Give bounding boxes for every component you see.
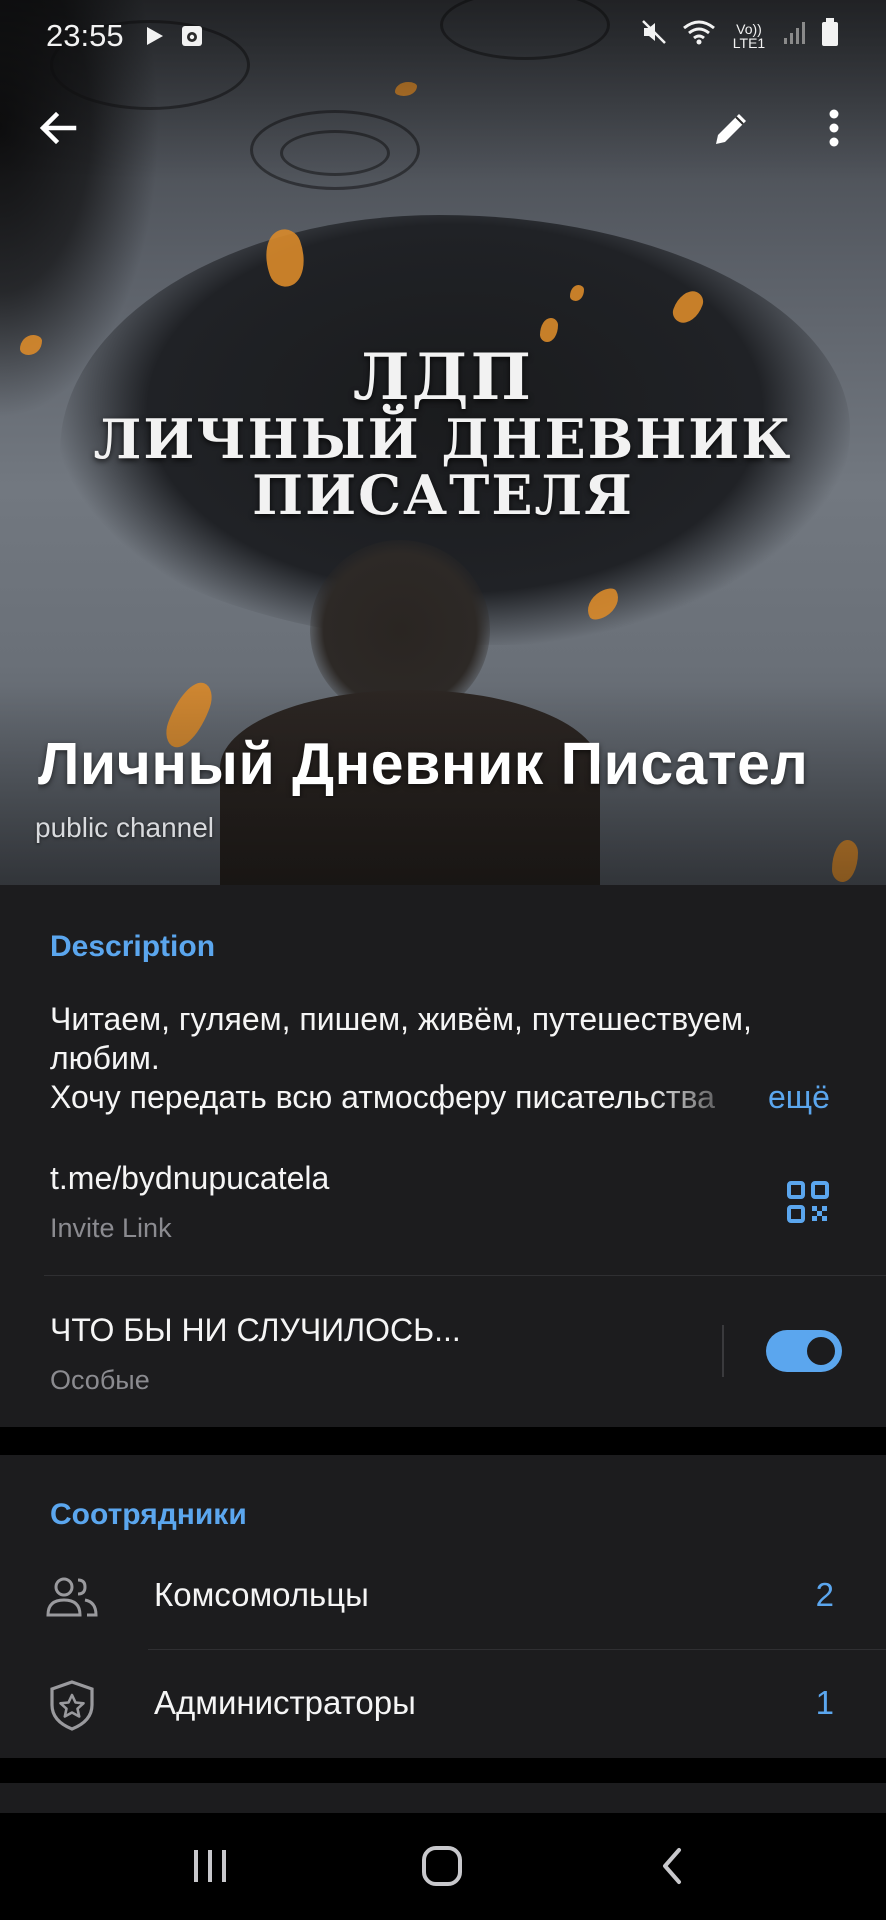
invite-link[interactable]: t.me/bydnupucatela: [50, 1160, 329, 1197]
toolbar: [0, 88, 886, 168]
staff-row-count: 1: [815, 1684, 834, 1721]
qr-code-button[interactable]: [786, 1180, 830, 1224]
arrow-left-icon: [39, 111, 77, 145]
recents-button[interactable]: [170, 1831, 250, 1901]
next-section-peek: [0, 1783, 886, 1813]
nav-back-button[interactable]: [632, 1831, 712, 1901]
system-nav-bar: [0, 1813, 886, 1920]
channel-name: Личный Дневник Писател: [38, 731, 809, 797]
description-line-text: Хочу передать всю атмосферу писательства: [50, 1079, 715, 1115]
section-gap: [0, 1427, 886, 1455]
divider: [44, 1275, 886, 1276]
staff-row-count: 2: [815, 1576, 834, 1613]
status-bar: 23:55 Vo)) LTE1: [0, 0, 886, 72]
home-icon: [422, 1846, 462, 1886]
shield-star-icon: [44, 1680, 100, 1731]
qr-code-icon: [787, 1181, 829, 1223]
staff-row-members[interactable]: Комсомольцы 2: [0, 1542, 886, 1650]
cover-title-line: ПИСАТЕЛЯ: [252, 463, 634, 527]
cover-title-line: ЛДП: [353, 340, 533, 415]
more-vertical-icon: [829, 109, 839, 147]
invite-link-caption: Invite Link: [50, 1213, 172, 1243]
cover-title-line: ЛИЧНЫЙ ДНЕВНИК: [93, 407, 793, 471]
cover-title: ЛДП ЛИЧНЫЙ ДНЕВНИК ПИСАТЕЛЯ: [0, 340, 886, 527]
channel-type: public channel: [35, 812, 215, 843]
back-button[interactable]: [18, 88, 98, 168]
notification-title[interactable]: ЧТО БЫ НИ СЛУЧИЛОСЬ...: [50, 1312, 461, 1349]
volte-icon: Vo)) LTE1: [732, 21, 766, 51]
description-more-link[interactable]: ещё: [768, 1078, 830, 1117]
toggle-knob: [803, 1333, 839, 1369]
staff-row-admins[interactable]: Администраторы 1: [0, 1650, 886, 1758]
more-options-button[interactable]: [794, 88, 874, 168]
description-line: Хочу передать всю атмосферу писательства…: [50, 1078, 850, 1117]
staff-row-label: Комсомольцы: [154, 1576, 369, 1613]
notifications-toggle[interactable]: [766, 1330, 842, 1372]
status-time: 23:55: [46, 18, 124, 53]
mute-icon: [640, 18, 668, 54]
description-line: любим.: [50, 1040, 160, 1076]
nav-back-icon: [663, 1848, 681, 1884]
staff-row-label: Администраторы: [154, 1684, 416, 1721]
description-text[interactable]: Читаем, гуляем, пишем, живём, путешеству…: [50, 1000, 850, 1117]
play-icon: [142, 24, 166, 48]
home-button[interactable]: [402, 1831, 482, 1901]
section-gap: [0, 1758, 886, 1783]
description-title: Description: [50, 930, 216, 963]
battery-icon: [820, 17, 840, 55]
notification-caption: Особые: [50, 1365, 150, 1395]
recents-icon: [194, 1850, 226, 1882]
staff-title: Соотрядники: [50, 1498, 247, 1531]
users-icon: [44, 1572, 100, 1622]
wifi-icon: [682, 18, 716, 54]
signal-icon: [782, 18, 806, 54]
row-separator: [722, 1325, 724, 1377]
description-line: Читаем, гуляем, пишем, живём, путешеству…: [50, 1001, 752, 1037]
record-icon: [180, 24, 204, 48]
edit-button[interactable]: [692, 88, 772, 168]
pencil-icon: [716, 114, 746, 144]
status-right: Vo)) LTE1: [640, 17, 840, 55]
